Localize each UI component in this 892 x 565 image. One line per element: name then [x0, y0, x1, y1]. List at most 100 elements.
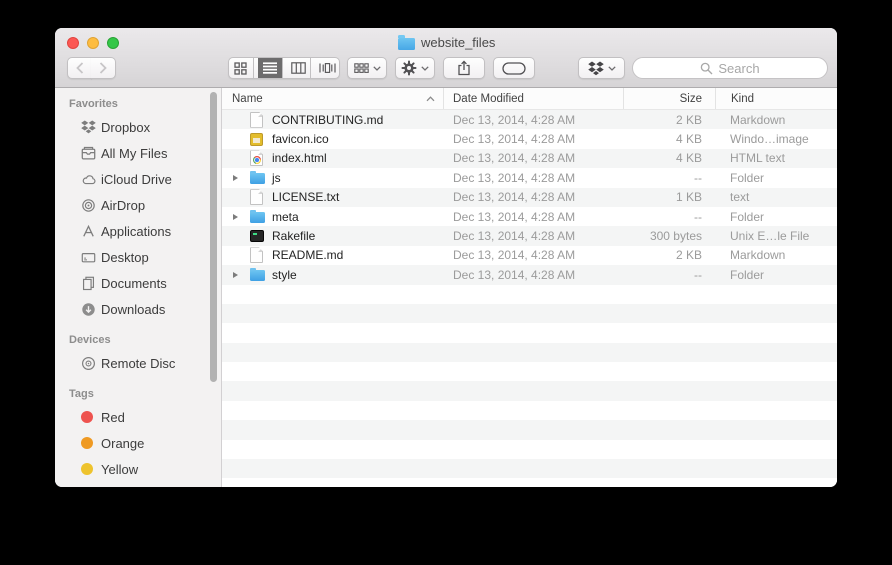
file-rows: CONTRIBUTING.md Dec 13, 2014, 4:28 AM 2 … [222, 110, 837, 487]
yellow-tag-icon [81, 463, 100, 475]
sidebar-item-airdrop[interactable]: AirDrop [55, 192, 221, 218]
forward-button[interactable] [91, 57, 116, 79]
sidebar-item-remote-disc[interactable]: Remote Disc [55, 350, 221, 376]
minimize-button[interactable] [87, 37, 99, 49]
list-view-button[interactable] [258, 58, 283, 78]
folder-icon [398, 38, 415, 50]
window-title: website_files [398, 35, 495, 50]
sidebar-item-downloads[interactable]: Downloads [55, 296, 221, 322]
file-size: 2 KB [623, 246, 715, 265]
sidebar-section-title: Tags [55, 384, 221, 404]
file-date-modified: Dec 13, 2014, 4:28 AM [443, 207, 623, 226]
search-field[interactable]: Search [632, 57, 828, 79]
file-name: js [272, 171, 281, 185]
file-size: -- [623, 265, 715, 284]
file-kind: Folder [715, 265, 837, 284]
chevron-left-icon [75, 61, 85, 75]
document-icon [250, 247, 263, 263]
sidebar-scrollbar[interactable] [210, 92, 217, 382]
file-row[interactable]: README.md Dec 13, 2014, 4:28 AM 2 KB Mar… [222, 246, 837, 265]
file-size: -- [623, 168, 715, 187]
sidebar-section-title: Favorites [55, 94, 221, 114]
folder-icon [250, 270, 265, 281]
zoom-button[interactable] [107, 37, 119, 49]
coverflow-view-icon [319, 62, 336, 74]
sidebar-item-dropbox[interactable]: Dropbox [55, 114, 221, 140]
close-button[interactable] [67, 37, 79, 49]
file-date-modified: Dec 13, 2014, 4:28 AM [443, 110, 623, 129]
orange-tag-icon [81, 437, 100, 449]
empty-row [222, 478, 837, 487]
icon-view-button[interactable] [229, 58, 254, 78]
file-date-modified: Dec 13, 2014, 4:28 AM [443, 188, 623, 207]
disclosure-triangle-icon[interactable] [233, 272, 238, 278]
file-name: meta [272, 210, 299, 224]
sidebar-item-applications[interactable]: Applications [55, 218, 221, 244]
sidebar-item-icloud-drive[interactable]: iCloud Drive [55, 166, 221, 192]
file-row[interactable]: Rakefile Dec 13, 2014, 4:28 AM 300 bytes… [222, 226, 837, 245]
file-row[interactable]: index.html Dec 13, 2014, 4:28 AM 4 KB HT… [222, 149, 837, 168]
icon-view-icon [234, 62, 247, 75]
empty-row [222, 459, 837, 478]
file-row[interactable]: js Dec 13, 2014, 4:28 AM -- Folder [222, 168, 837, 187]
empty-row [222, 401, 837, 420]
file-list: Name Date Modified Size Kind CONTRIBUTIN… [222, 88, 837, 487]
file-date-modified: Dec 13, 2014, 4:28 AM [443, 168, 623, 187]
sidebar: FavoritesDropboxAll My FilesiCloud Drive… [55, 88, 222, 487]
column-header-date-modified[interactable]: Date Modified [443, 88, 623, 109]
file-row[interactable]: CONTRIBUTING.md Dec 13, 2014, 4:28 AM 2 … [222, 110, 837, 129]
tags-button[interactable] [493, 57, 535, 79]
empty-row [222, 285, 837, 304]
chevron-down-icon [373, 66, 381, 71]
file-kind: text [715, 188, 837, 207]
file-date-modified: Dec 13, 2014, 4:28 AM [443, 246, 623, 265]
file-date-modified: Dec 13, 2014, 4:28 AM [443, 149, 623, 168]
file-row[interactable]: style Dec 13, 2014, 4:28 AM -- Folder [222, 265, 837, 284]
back-button[interactable] [67, 57, 92, 79]
sidebar-item-yellow[interactable]: Yellow [55, 456, 221, 482]
column-header-kind[interactable]: Kind [715, 88, 837, 109]
file-name: favicon.ico [272, 132, 329, 146]
file-kind: Markdown [715, 246, 837, 265]
file-name: LICENSE.txt [272, 190, 339, 204]
column-view-icon [291, 62, 306, 74]
folder-icon [250, 212, 265, 223]
sidebar-item-red[interactable]: Red [55, 404, 221, 430]
file-date-modified: Dec 13, 2014, 4:28 AM [443, 226, 623, 245]
share-button[interactable] [443, 57, 485, 79]
column-view-button[interactable] [287, 58, 312, 78]
terminal-executable-icon [250, 230, 264, 242]
document-icon [250, 112, 263, 128]
icloud-icon [81, 172, 100, 187]
window-title-text: website_files [421, 35, 495, 50]
sidebar-item-all-my-files[interactable]: All My Files [55, 140, 221, 166]
applications-icon [81, 224, 100, 239]
list-header: Name Date Modified Size Kind [222, 88, 837, 110]
sidebar-item-orange[interactable]: Orange [55, 430, 221, 456]
action-button[interactable] [395, 57, 435, 79]
file-kind: HTML text [715, 149, 837, 168]
search-input[interactable] [633, 58, 827, 78]
file-kind: Unix E…le File [715, 226, 837, 245]
sidebar-item-desktop[interactable]: Desktop [55, 244, 221, 270]
column-header-size[interactable]: Size [623, 88, 715, 109]
coverflow-view-button[interactable] [315, 58, 339, 78]
file-kind: Folder [715, 168, 837, 187]
disclosure-triangle-icon[interactable] [233, 175, 238, 181]
disclosure-triangle-icon[interactable] [233, 214, 238, 220]
file-name: Rakefile [272, 229, 315, 243]
file-row[interactable]: favicon.ico Dec 13, 2014, 4:28 AM 4 KB W… [222, 129, 837, 148]
sidebar-section-title: Devices [55, 330, 221, 350]
file-row[interactable]: LICENSE.txt Dec 13, 2014, 4:28 AM 1 KB t… [222, 188, 837, 207]
file-kind: Markdown [715, 110, 837, 129]
dropbox-icon [588, 61, 604, 76]
file-row[interactable]: meta Dec 13, 2014, 4:28 AM -- Folder [222, 207, 837, 226]
arrange-button[interactable] [347, 57, 387, 79]
sidebar-sections: FavoritesDropboxAll My FilesiCloud Drive… [55, 94, 221, 482]
tag-icon [502, 62, 526, 75]
file-kind: Windo…image [715, 129, 837, 148]
dropbox-menu-button[interactable] [578, 57, 625, 79]
sidebar-item-documents[interactable]: Documents [55, 270, 221, 296]
column-header-name[interactable]: Name [222, 88, 443, 109]
html-file-icon [250, 150, 263, 166]
